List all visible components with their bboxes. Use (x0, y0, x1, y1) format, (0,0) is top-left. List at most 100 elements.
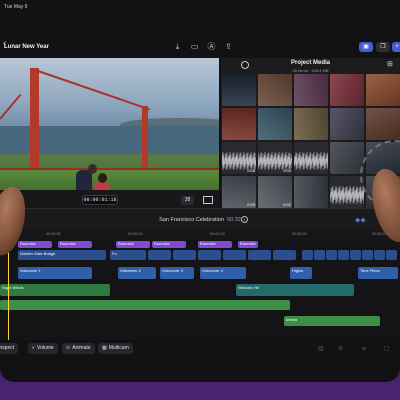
voiceover-clip[interactable]: Time Piece (358, 267, 398, 279)
media-thumbnail[interactable] (330, 108, 364, 140)
person-woman-head (98, 173, 107, 183)
button-label: Volume (37, 345, 54, 351)
thumbnail-image (222, 108, 256, 140)
music-clip[interactable]: Inertia (284, 316, 380, 326)
snapping-icon[interactable]: ◈◈ (355, 216, 366, 224)
voiceover-icon[interactable]: Ⓐ (206, 42, 217, 51)
split-icon[interactable]: ⌀ (362, 345, 366, 352)
bridge-cable (37, 70, 150, 111)
title-clip[interactable]: Essential (152, 241, 186, 248)
video-clip[interactable] (314, 250, 325, 260)
music-clip[interactable] (0, 300, 290, 310)
thumbnail-image (258, 108, 292, 140)
volume-button[interactable]: ◐ Volume (28, 343, 58, 354)
thumbnail-image (294, 176, 328, 208)
video-clip[interactable] (273, 250, 296, 260)
video-clip[interactable] (386, 250, 397, 260)
more-icon[interactable]: + (392, 42, 400, 52)
dock-icon[interactable]: ▢ (384, 345, 390, 352)
media-thumbnail[interactable]: 0:03 (222, 176, 256, 208)
media-thumbnail[interactable] (258, 74, 292, 106)
project-title[interactable]: Lunar New Year (4, 44, 49, 50)
title-clip[interactable]: Essential (238, 241, 258, 248)
bridge-tower-left (30, 68, 39, 170)
zoom-level[interactable]: 38 (181, 196, 194, 205)
video-clip[interactable] (248, 250, 271, 260)
sound-effect-clip[interactable]: Whoosh Hit (236, 284, 354, 296)
thumbnail-image (258, 74, 292, 106)
title-clip[interactable]: Essential (18, 241, 52, 248)
audio-thumbnail[interactable]: 0:08 (222, 142, 256, 174)
timecode-display[interactable]: 00:00:01:18 (82, 195, 118, 205)
video-clip[interactable] (362, 250, 373, 260)
fullscreen-icon[interactable] (203, 196, 213, 204)
video-clip[interactable] (338, 250, 349, 260)
video-clip[interactable] (173, 250, 196, 260)
grid-view-icon[interactable]: ⊞ (387, 61, 395, 69)
video-clip[interactable] (326, 250, 337, 260)
media-thumbnail[interactable] (222, 74, 256, 106)
video-clip[interactable] (350, 250, 361, 260)
person-woman (94, 182, 110, 190)
video-clip[interactable] (302, 250, 313, 260)
media-thumbnail[interactable] (222, 108, 256, 140)
title-clip[interactable]: Essential (58, 241, 92, 248)
media-thumbnail[interactable] (330, 74, 364, 106)
thumbnail-image (222, 74, 256, 106)
timeline-tracks[interactable]: Essential Essential Essential Essential Esse… (0, 240, 400, 340)
info-icon[interactable]: i (241, 216, 248, 223)
thumbnail-duration: 0:02 (283, 202, 291, 207)
video-clip[interactable] (223, 250, 246, 260)
video-clip[interactable]: Golden Gate Bridge (18, 250, 106, 260)
browser-title: Project Media (290, 60, 330, 66)
timeline-header: San Francisco Celebration 00:32 i ◈◈ (0, 208, 400, 230)
ruler-tick-label: 00:00:15 (210, 232, 225, 236)
music-clip[interactable]: Night Winds (0, 284, 110, 296)
video-clip[interactable]: Fu (110, 250, 146, 260)
camera-icon[interactable]: ▭ (189, 42, 200, 51)
import-icon[interactable]: ⤓ (172, 42, 183, 51)
media-browser-icon[interactable]: ▣ (359, 42, 373, 52)
voiceover-clip[interactable]: Voiceover 3 (160, 267, 194, 279)
multicam-button[interactable]: ▦ Multicam (98, 343, 133, 354)
timeline-ruler[interactable]: 00:00:05 00:00:10 00:00:15 00:00:20 00:00:25 (0, 230, 400, 240)
ruler-tick-label: 00:00:10 (128, 232, 143, 236)
media-thumbnail[interactable] (258, 108, 292, 140)
waveform-icon (330, 186, 364, 204)
media-thumbnail[interactable] (366, 74, 400, 106)
voiceover-clip[interactable]: Voiceover 4 (200, 267, 246, 279)
thumbnail-image (294, 74, 328, 106)
video-viewer[interactable] (0, 58, 219, 190)
copy-icon[interactable]: ❐ (376, 42, 390, 52)
voiceover-clip[interactable]: Highw (290, 267, 312, 279)
trash-icon[interactable]: ▥ (318, 345, 324, 352)
animate-icon: ⊙ (66, 345, 71, 351)
voiceover-clip[interactable]: Voiceover 2 (118, 267, 156, 279)
media-thumbnail[interactable] (294, 176, 328, 208)
media-thumbnail[interactable] (294, 74, 328, 106)
animate-button[interactable]: ⊙ Animate (62, 343, 95, 354)
media-thumbnail[interactable] (294, 108, 328, 140)
thumbnail-duration: 0:03 (247, 202, 255, 207)
video-clip[interactable] (198, 250, 221, 260)
title-clip[interactable]: Essential (116, 241, 150, 248)
video-clip[interactable] (374, 250, 385, 260)
voiceover-clip[interactable]: Voiceover 1 (18, 267, 92, 279)
button-label: Multicam (108, 345, 129, 351)
audio-thumbnail[interactable]: 0:04 (258, 142, 292, 174)
bridge-tower-right (142, 106, 148, 170)
media-thumbnail[interactable] (366, 108, 400, 140)
audio-thumbnail[interactable] (330, 176, 364, 208)
app-screen: Tue May 9 ‹ Lunar New Year ⤓ ▭ Ⓐ ⇪ ▣ ❐ + (0, 0, 400, 382)
audio-thumbnail[interactable] (294, 142, 328, 174)
media-thumbnail[interactable] (330, 142, 364, 174)
title-clip[interactable]: Essential (198, 241, 232, 248)
detach-icon[interactable]: ⊘ (338, 345, 343, 352)
thumbnail-image (294, 108, 328, 140)
ruler-tick-label: 00:00:20 (292, 232, 307, 236)
video-clip[interactable] (148, 250, 171, 260)
media-thumbnail[interactable]: 0:02 (258, 176, 292, 208)
inspect-button[interactable]: Inspect (0, 343, 19, 354)
status-bar-time: Tue May 9 (4, 4, 28, 10)
share-icon[interactable]: ⇪ (223, 42, 234, 51)
